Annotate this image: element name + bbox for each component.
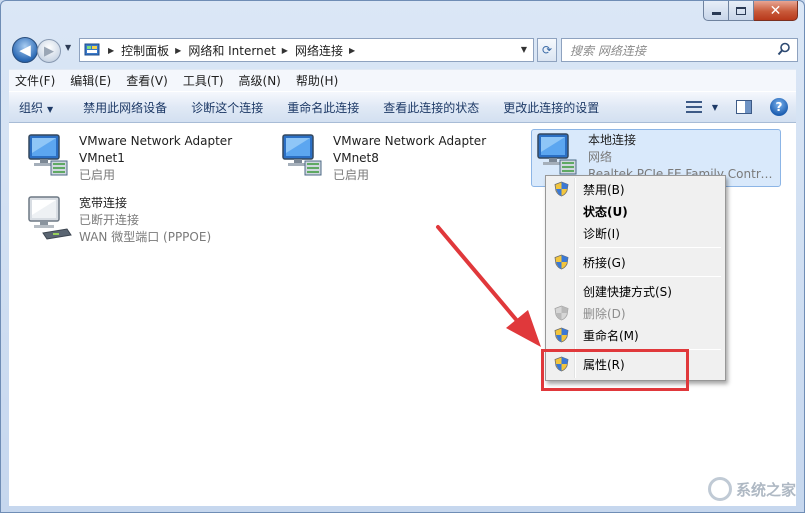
breadcrumb: 控制面板 ▶ 网络和 Internet ▶ 网络连接 ▶ xyxy=(121,42,362,59)
connection-name: VMware Network Adapter VMnet8 xyxy=(333,134,487,165)
uac-shield-icon xyxy=(554,254,569,270)
recent-pages-dropdown-icon[interactable]: ▼ xyxy=(65,43,71,52)
caption-buttons: ✕ xyxy=(703,1,798,21)
menu-item-label: 重命名(M) xyxy=(583,328,639,343)
search-input[interactable]: 搜索 网络连接 xyxy=(561,38,798,62)
search-icon[interactable] xyxy=(777,42,791,56)
menu-separator xyxy=(579,247,721,248)
control-panel-icon xyxy=(84,43,100,56)
rename-connection-button[interactable]: 重命名此连接 xyxy=(279,99,367,116)
connection-status: 已断开连接 xyxy=(79,213,140,227)
view-status-button[interactable]: 查看此连接的状态 xyxy=(375,99,487,116)
watermark: 系统之家 xyxy=(646,472,796,506)
refresh-icon: ⟳ xyxy=(541,43,553,57)
connection-name: 宽带连接 xyxy=(79,196,128,210)
menu-item-label: 禁用(B) xyxy=(583,182,625,197)
maximize-icon xyxy=(736,6,746,15)
preview-pane-icon[interactable] xyxy=(736,100,752,114)
menu-item-label: 删除(D) xyxy=(583,306,626,321)
help-icon[interactable]: ? xyxy=(770,98,788,116)
connection-item-broadband[interactable]: 宽带连接 已断开连接 WAN 微型端口 (PPPOE) xyxy=(23,193,273,251)
menu-tools[interactable]: 工具(T) xyxy=(177,72,230,89)
diagnose-connection-button[interactable]: 诊断这个连接 xyxy=(183,99,271,116)
menu-edit[interactable]: 编辑(E) xyxy=(64,72,117,89)
connection-text: VMware Network Adapter VMnet1 已启用 xyxy=(79,131,249,189)
uac-shield-icon xyxy=(554,327,569,343)
organize-label: 组织 xyxy=(19,100,44,115)
address-dropdown-icon[interactable]: ▼ xyxy=(521,45,527,54)
watermark-logo-icon xyxy=(707,477,732,501)
close-icon: ✕ xyxy=(769,2,782,19)
broadband-modem-icon xyxy=(28,196,72,240)
connection-name: VMware Network Adapter VMnet1 xyxy=(79,134,233,165)
back-arrow-icon: ◀ xyxy=(19,40,31,59)
uac-shield-icon xyxy=(554,305,569,321)
menu-item-status[interactable]: 状态(U) xyxy=(548,200,723,222)
menu-item-label: 桥接(G) xyxy=(583,255,626,270)
menu-item-delete: 删除(D) xyxy=(548,302,723,324)
connection-text: 宽带连接 已断开连接 WAN 微型端口 (PPPOE) xyxy=(79,193,211,251)
menu-item-bridge[interactable]: 桥接(G) xyxy=(548,251,723,273)
back-button[interactable]: ◀ xyxy=(12,37,38,63)
address-bar[interactable]: ▶ 控制面板 ▶ 网络和 Internet ▶ 网络连接 ▶ ▼ xyxy=(79,38,534,62)
menu-item-create-shortcut[interactable]: 创建快捷方式(S) xyxy=(548,280,723,302)
breadcrumb-network-internet[interactable]: 网络和 Internet xyxy=(188,42,275,59)
forward-arrow-icon: ▶ xyxy=(44,43,54,59)
connection-name: 本地连接 xyxy=(588,133,637,147)
organize-button[interactable]: 组织 ▼ xyxy=(9,99,61,116)
view-dropdown-icon[interactable]: ▼ xyxy=(712,103,718,112)
menu-separator xyxy=(579,276,721,277)
menu-item-rename[interactable]: 重命名(M) xyxy=(548,324,723,346)
breadcrumb-separator-icon[interactable]: ▶ xyxy=(175,46,181,55)
command-bar-right: ▼ ? xyxy=(685,98,788,116)
menu-view[interactable]: 查看(V) xyxy=(120,72,174,89)
change-settings-button[interactable]: 更改此连接的设置 xyxy=(495,99,607,116)
menu-file[interactable]: 文件(F) xyxy=(9,72,61,89)
menu-item-label: 状态(U) xyxy=(583,204,628,219)
breadcrumb-separator-icon: ▶ xyxy=(108,45,115,55)
close-button[interactable]: ✕ xyxy=(754,1,798,21)
maximize-button[interactable] xyxy=(729,1,754,21)
menu-item-label: 诊断(I) xyxy=(583,226,620,241)
network-adapter-icon xyxy=(282,134,322,176)
menu-bar: 文件(F) 编辑(E) 查看(V) 工具(T) 高级(N) 帮助(H) xyxy=(9,69,796,91)
menu-help[interactable]: 帮助(H) xyxy=(290,72,344,89)
uac-shield-icon xyxy=(554,181,569,197)
navigation-bar: ◀ ▶ ▼ ▶ 控制面板 ▶ 网络和 Internet ▶ 网络连接 ▶ ▼ ⟳ xyxy=(9,35,798,65)
connection-device: WAN 微型端口 (PPPOE) xyxy=(79,230,212,244)
menu-advanced[interactable]: 高级(N) xyxy=(233,72,287,89)
breadcrumb-separator-icon[interactable]: ▶ xyxy=(282,46,288,55)
menu-item-label: 创建快捷方式(S) xyxy=(583,284,672,299)
properties-highlight-box xyxy=(541,349,689,391)
organize-dropdown-icon: ▼ xyxy=(47,104,54,114)
breadcrumb-network-connections[interactable]: 网络连接 xyxy=(295,42,343,59)
connection-item-vmnet1[interactable]: VMware Network Adapter VMnet1 已启用 xyxy=(23,131,273,189)
disable-device-button[interactable]: 禁用此网络设备 xyxy=(75,99,175,116)
connection-item-vmnet8[interactable]: VMware Network Adapter VMnet8 已启用 xyxy=(277,131,527,189)
connection-text: VMware Network Adapter VMnet8 已启用 xyxy=(333,131,503,189)
connection-status: 已启用 xyxy=(333,168,370,182)
connection-status: 已启用 xyxy=(79,168,116,182)
menu-item-disable[interactable]: 禁用(B) xyxy=(548,178,723,200)
breadcrumb-separator-icon[interactable]: ▶ xyxy=(349,46,355,55)
command-bar: 组织 ▼ 禁用此网络设备 诊断这个连接 重命名此连接 查看此连接的状态 更改此连接… xyxy=(9,91,796,123)
minimize-icon xyxy=(711,11,721,15)
forward-button[interactable]: ▶ xyxy=(37,39,61,63)
search-placeholder: 搜索 网络连接 xyxy=(570,43,646,58)
watermark-brand: 系统之家 xyxy=(735,480,796,499)
menu-item-diagnose[interactable]: 诊断(I) xyxy=(548,222,723,244)
breadcrumb-control-panel[interactable]: 控制面板 xyxy=(121,42,169,59)
change-view-icon[interactable] xyxy=(685,99,702,115)
explorer-window: ✕ ◀ ▶ ▼ ▶ 控制面板 ▶ 网络和 Internet ▶ 网络连接 ▶ ▼ xyxy=(0,0,805,513)
refresh-button[interactable]: ⟳ xyxy=(537,38,557,62)
connection-status: 网络 xyxy=(588,150,613,164)
network-adapter-icon xyxy=(28,134,68,176)
minimize-button[interactable] xyxy=(703,1,729,21)
